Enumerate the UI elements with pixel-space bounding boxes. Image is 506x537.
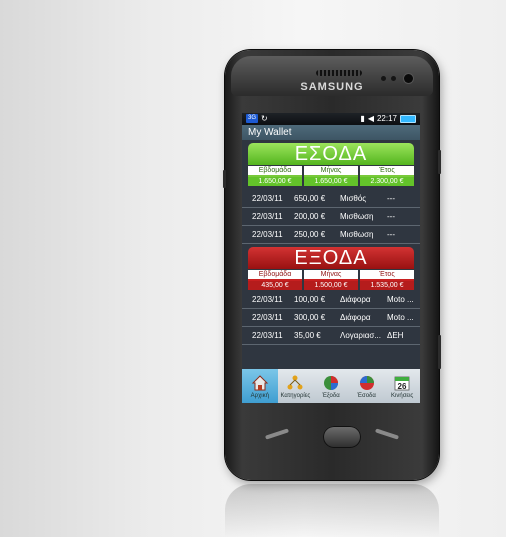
income-year-header: Έτος	[360, 166, 414, 177]
row-date: 22/03/11	[252, 212, 283, 221]
row-note: Moto ...	[387, 313, 414, 322]
bottom-bezel	[245, 418, 419, 458]
income-list: 22/03/11 650,00 € Μισθός --- 22/03/11 20…	[242, 190, 420, 244]
sd-card-icon: ▮	[360, 114, 365, 123]
expenses-week-header: Εβδομάδα	[248, 270, 302, 281]
camera-key[interactable]	[438, 335, 441, 369]
calendar-icon: 26	[394, 376, 410, 391]
pie-chart-icon	[359, 376, 374, 390]
expenses-year-value: 1.535,00 €	[360, 281, 414, 290]
row-note: ---	[387, 194, 395, 203]
tab-label: Έξοδα	[322, 393, 340, 399]
home-key[interactable]	[323, 426, 361, 448]
tab-label: Κατηγορίες	[280, 393, 311, 399]
battery-icon	[400, 114, 416, 123]
expenses-year-header: Έτος	[360, 270, 414, 281]
tab-categories[interactable]: Κατηγορίες	[278, 369, 314, 403]
row-amount: 100,00 €	[294, 295, 326, 304]
income-month-header: Μήνας	[304, 166, 358, 177]
list-item[interactable]: 22/03/11 200,00 € Μισθωση ---	[242, 208, 420, 226]
tab-expenses[interactable]: Έξοδα	[313, 369, 349, 403]
top-bezel: SAMSUNG	[231, 56, 433, 96]
income-title: ΕΣΟΔΑ	[248, 143, 414, 165]
income-week-value: 1.650,00 €	[248, 177, 302, 186]
row-date: 22/03/11	[252, 313, 283, 322]
categories-icon	[287, 375, 303, 390]
income-week-header: Εβδομάδα	[248, 166, 302, 177]
bottom-tab-bar: Αρχική Κατηγορίες Έξοδα Έσοδα 26 Κινήσει…	[242, 369, 420, 403]
income-year-value: 2.300,00 €	[360, 177, 414, 186]
expenses-title: ΕΞΟΔΑ	[248, 247, 414, 269]
end-call-key[interactable]	[374, 428, 400, 440]
row-amount: 250,00 €	[294, 230, 326, 239]
volume-key[interactable]	[223, 170, 226, 188]
expenses-summary: Εβδομάδα Μήνας Έτος 435,00 € 1.500,00 € …	[248, 269, 414, 290]
brand-logo: SAMSUNG	[300, 81, 364, 93]
row-note: ---	[387, 212, 395, 221]
screen: 3G ↻ ▮ ◀ 22:17 My Wallet ΕΣΟΔΑ Εβδομάδα …	[242, 113, 420, 403]
row-category: Μισθωση	[340, 212, 374, 221]
expenses-month-header: Μήνας	[304, 270, 358, 281]
status-bar: 3G ↻ ▮ ◀ 22:17	[242, 113, 420, 125]
tab-label: Κινήσεις	[391, 393, 414, 399]
list-item[interactable]: 22/03/11 100,00 € Διάφορα Moto ...	[242, 291, 420, 309]
tab-label: Αρχική	[250, 393, 269, 399]
power-key[interactable]	[438, 150, 441, 174]
row-date: 22/03/11	[252, 194, 283, 203]
row-category: Διάφορα	[340, 295, 371, 304]
row-date: 22/03/11	[252, 295, 283, 304]
row-amount: 200,00 €	[294, 212, 326, 221]
app-title: My Wallet	[242, 125, 420, 140]
expenses-list: 22/03/11 100,00 € Διάφορα Moto ... 22/03…	[242, 291, 420, 345]
income-month-value: 1.650,00 €	[304, 177, 358, 186]
phone-reflection	[225, 484, 439, 537]
expenses-month-value: 1.500,00 €	[304, 281, 358, 290]
row-date: 22/03/11	[252, 331, 283, 340]
row-note: ΔΕΗ	[387, 331, 404, 340]
list-item[interactable]: 22/03/11 650,00 € Μισθός ---	[242, 190, 420, 208]
earpiece-speaker	[316, 70, 362, 76]
sync-icon: ↻	[261, 114, 268, 123]
row-date: 22/03/11	[252, 230, 283, 239]
network-badge: 3G	[246, 114, 259, 123]
clock: 22:17	[376, 114, 397, 123]
expenses-week-value: 435,00 €	[248, 281, 302, 290]
row-amount: 35,00 €	[294, 331, 321, 340]
tab-income[interactable]: Έσοδα	[349, 369, 385, 403]
list-item[interactable]: 22/03/11 250,00 € Μισθωση ---	[242, 226, 420, 244]
tab-label: Έσοδα	[357, 393, 376, 399]
row-category: Μισθός	[340, 194, 367, 203]
row-note: Moto ...	[387, 295, 414, 304]
row-note: ---	[387, 230, 395, 239]
row-category: Λογαριασ...	[340, 331, 381, 340]
list-item[interactable]: 22/03/11 300,00 € Διάφορα Moto ...	[242, 309, 420, 327]
income-summary: Εβδομάδα Μήνας Έτος 1.650,00 € 1.650,00 …	[248, 165, 414, 186]
tab-home[interactable]: Αρχική	[242, 369, 278, 403]
row-category: Μισθωση	[340, 230, 374, 239]
volume-icon: ◀	[367, 114, 374, 123]
row-amount: 650,00 €	[294, 194, 326, 203]
home-icon	[251, 375, 269, 391]
phone-device: SAMSUNG 3G ↻ ▮ ◀ 22:17 My Wallet ΕΣΟΔΑ Ε…	[223, 50, 441, 480]
call-key[interactable]	[264, 428, 290, 440]
tab-transactions[interactable]: 26 Κινήσεις	[384, 369, 420, 403]
pie-chart-icon	[323, 376, 338, 390]
row-amount: 300,00 €	[294, 313, 326, 322]
list-item[interactable]: 22/03/11 35,00 € Λογαριασ... ΔΕΗ	[242, 327, 420, 345]
calendar-badge: 26	[398, 382, 407, 391]
row-category: Διάφορα	[340, 313, 371, 322]
